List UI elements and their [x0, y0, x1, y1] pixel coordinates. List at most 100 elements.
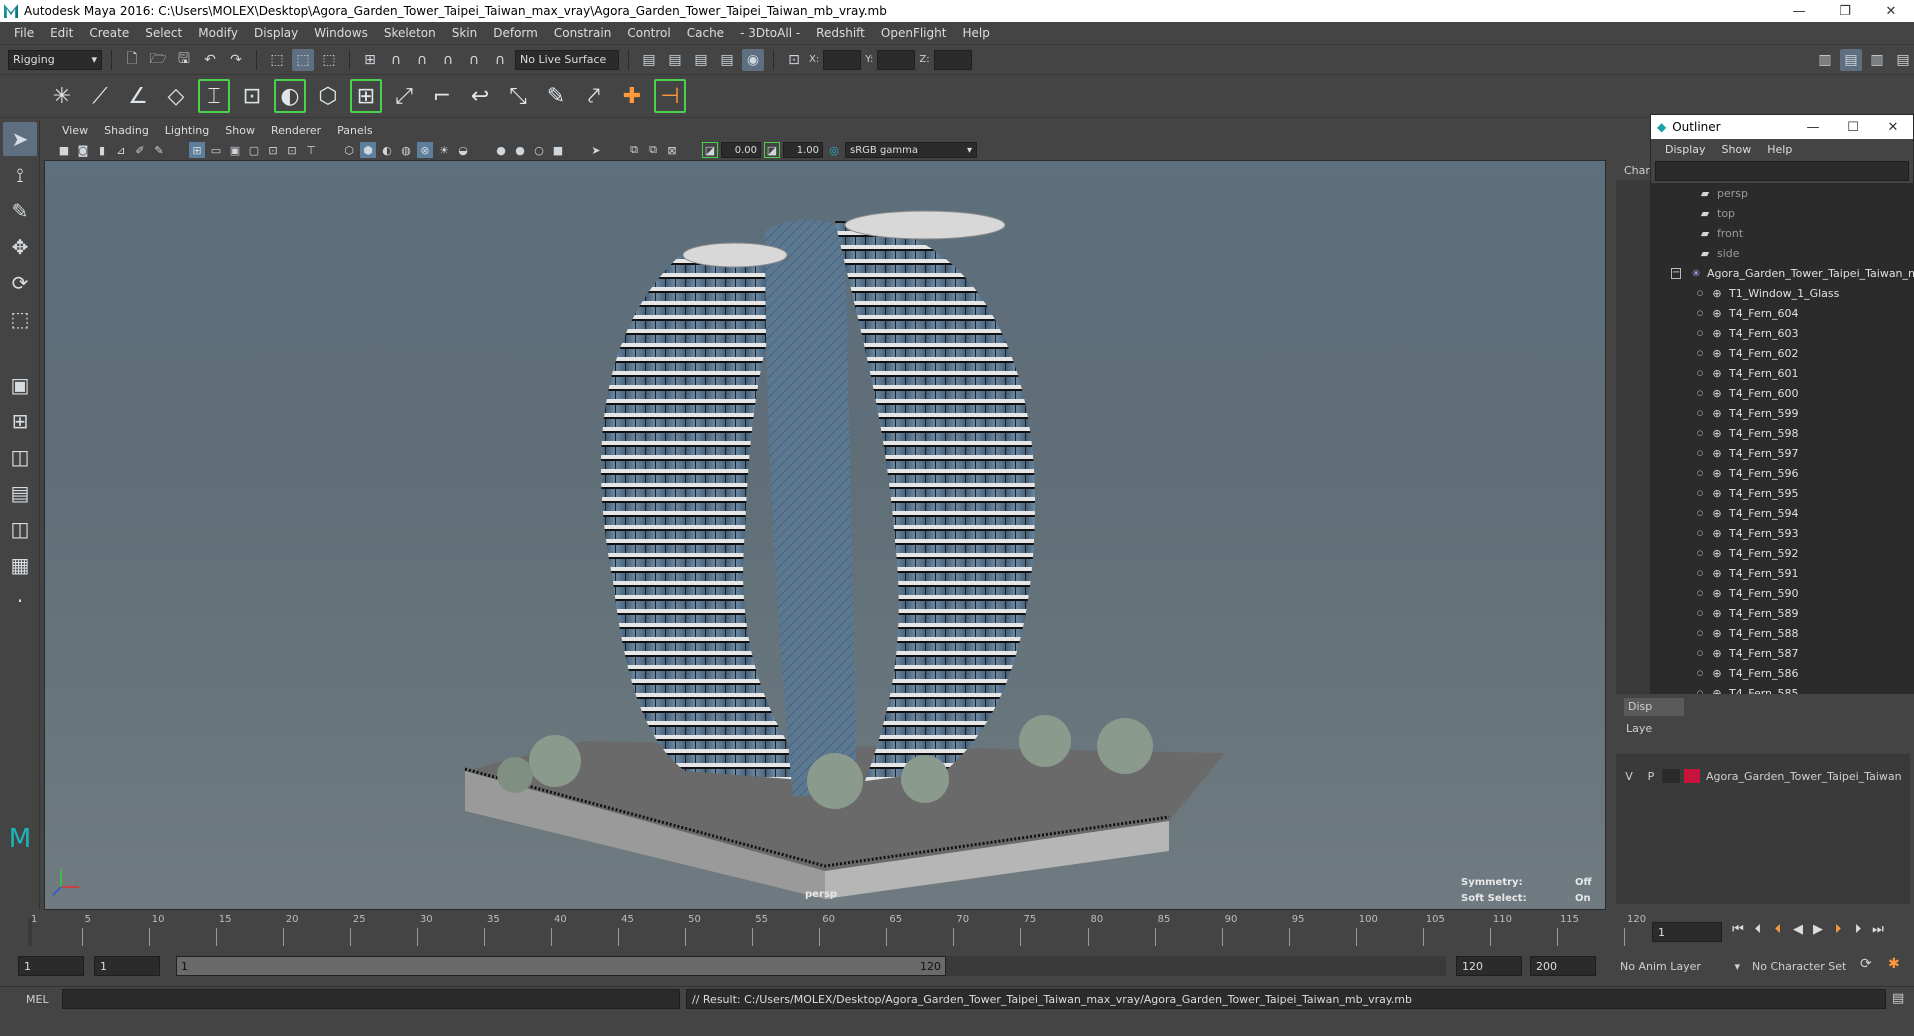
- shadows-icon[interactable]: ☀: [436, 142, 452, 158]
- menu-select[interactable]: Select: [137, 26, 190, 40]
- outliner-item[interactable]: ○ ⊕ T4_Fern_586: [1651, 663, 1914, 683]
- close-button[interactable]: ✕: [1868, 0, 1914, 22]
- smooth-shade-icon[interactable]: ⬢: [360, 142, 376, 158]
- select-tool-icon[interactable]: ➤: [3, 122, 37, 156]
- layer-visibility-toggle[interactable]: V: [1618, 770, 1640, 783]
- outliner-item[interactable]: ○ ⊕ T1_Window_1_Glass: [1651, 283, 1914, 303]
- menu-file[interactable]: File: [6, 26, 42, 40]
- menu-redshift[interactable]: Redshift: [808, 26, 873, 40]
- outliner-item-persp[interactable]: ▰ persp: [1651, 183, 1914, 203]
- auto-key-icon[interactable]: ⟳: [1860, 956, 1872, 972]
- attribute-editor-icon[interactable]: ▤: [1840, 48, 1862, 71]
- isolate-select-icon[interactable]: ➤: [588, 142, 604, 158]
- menu-create[interactable]: Create: [81, 26, 137, 40]
- anim-layer-dropdown[interactable]: No Anim Layer ▾: [1620, 960, 1740, 973]
- outliner-item[interactable]: ○ ⊕ T4_Fern_601: [1651, 363, 1914, 383]
- exposure-field[interactable]: 0.00: [721, 142, 761, 158]
- safe-title-icon[interactable]: ⊤: [303, 142, 319, 158]
- y-field[interactable]: [877, 49, 916, 70]
- outliner-item-side[interactable]: ▰ side: [1651, 243, 1914, 263]
- outliner-item[interactable]: ○ ⊕ T4_Fern_600: [1651, 383, 1914, 403]
- outliner-menu-display[interactable]: Display: [1657, 143, 1714, 156]
- end-time-field[interactable]: 200: [1530, 956, 1596, 976]
- outliner-item[interactable]: ○ ⊕ T4_Fern_588: [1651, 623, 1914, 643]
- aim-constraint-icon[interactable]: ↩: [464, 79, 496, 113]
- undo-icon[interactable]: ↶: [199, 49, 221, 71]
- snap-point-icon[interactable]: ∩: [411, 49, 433, 71]
- image-plane-icon[interactable]: ⊿: [113, 142, 129, 158]
- blend-shape-icon[interactable]: ⊞: [350, 79, 382, 113]
- restore-button[interactable]: ❐: [1822, 0, 1868, 22]
- layout-single-icon[interactable]: ▣: [3, 368, 37, 402]
- outliner-item[interactable]: ○ ⊕ T4_Fern_589: [1651, 603, 1914, 623]
- outliner-item[interactable]: ○ ⊕ T4_Fern_596: [1651, 463, 1914, 483]
- outliner-item-front[interactable]: ▰ front: [1651, 223, 1914, 243]
- range-bar[interactable]: 1 120: [176, 956, 946, 976]
- gate-mask-icon[interactable]: ▢: [246, 142, 262, 158]
- menu-windows[interactable]: Windows: [306, 26, 376, 40]
- menu-skeleton[interactable]: Skeleton: [376, 26, 444, 40]
- persp-viewport[interactable]: persp Symmetry: Off Soft Select: On: [44, 160, 1606, 910]
- render-frame-icon[interactable]: ▤: [664, 49, 686, 71]
- outliner-item[interactable]: ○ ⊕ T4_Fern_602: [1651, 343, 1914, 363]
- panel-menu-lighting[interactable]: Lighting: [157, 124, 217, 137]
- panel-menu-shading[interactable]: Shading: [96, 124, 157, 137]
- lasso-tool-icon[interactable]: ⟟: [3, 158, 37, 192]
- script-editor-icon[interactable]: ▤: [1892, 991, 1904, 1006]
- go-to-end-icon[interactable]: ⏭: [1868, 922, 1888, 937]
- transform-mode-icon[interactable]: ⊡: [783, 49, 805, 71]
- menu-modify[interactable]: Modify: [190, 26, 246, 40]
- current-frame-field[interactable]: 1: [1652, 922, 1722, 942]
- x-field[interactable]: [823, 49, 862, 70]
- step-forward-key-icon[interactable]: ⏵: [1828, 922, 1848, 937]
- menu-cache[interactable]: Cache: [679, 26, 732, 40]
- layer-color-swatch[interactable]: [1684, 769, 1700, 783]
- outliner-search-input[interactable]: [1655, 161, 1909, 181]
- outliner-item[interactable]: ○ ⊕ T4_Fern_603: [1651, 323, 1914, 343]
- ambient-occlusion-icon[interactable]: ●: [493, 142, 509, 158]
- scale-tool-icon[interactable]: ⬚: [3, 302, 37, 336]
- display-layer-tab[interactable]: Disp: [1624, 698, 1684, 716]
- play-backwards-icon[interactable]: ◀: [1788, 922, 1808, 937]
- playback-end-field[interactable]: 120: [1456, 956, 1522, 976]
- hypershade-icon[interactable]: ◉: [742, 48, 764, 71]
- step-back-key-icon[interactable]: ⏴: [1748, 922, 1768, 937]
- outliner-item[interactable]: ○ ⊕ T4_Fern_597: [1651, 443, 1914, 463]
- command-language-label[interactable]: MEL: [26, 993, 49, 1006]
- set-key-icon[interactable]: ⊣: [654, 79, 686, 113]
- menu-constrain[interactable]: Constrain: [546, 26, 620, 40]
- outliner-item[interactable]: ○ ⊕ T4_Fern_590: [1651, 583, 1914, 603]
- locator-icon[interactable]: ⌶: [198, 79, 230, 113]
- select-object-icon[interactable]: ⬚: [292, 48, 314, 71]
- joint-tool-icon[interactable]: ✳: [46, 79, 78, 113]
- orient-constraint-icon[interactable]: ⤢: [388, 79, 420, 113]
- wireframe-icon[interactable]: ⬡: [341, 142, 357, 158]
- outliner-item[interactable]: ○ ⊕ T4_Fern_593: [1651, 523, 1914, 543]
- xray-active-icon[interactable]: ⧉: [645, 142, 661, 158]
- backface-culling-icon[interactable]: ⊠: [664, 142, 680, 158]
- outliner-item[interactable]: ○ ⊕ T4_Fern_592: [1651, 543, 1914, 563]
- layers-menu[interactable]: Laye: [1626, 722, 1652, 735]
- motion-blur-icon[interactable]: ●: [512, 142, 528, 158]
- character-set-dropdown[interactable]: No Character Set: [1752, 960, 1846, 973]
- layout-outliner-icon[interactable]: ▤: [3, 476, 37, 510]
- menu-skin[interactable]: Skin: [444, 26, 486, 40]
- camera-select-icon[interactable]: ■: [56, 142, 72, 158]
- outliner-item[interactable]: ○ ⊕ T4_Fern_594: [1651, 503, 1914, 523]
- gamma-field[interactable]: 1.00: [783, 142, 823, 158]
- wrap-icon[interactable]: ⬡: [312, 79, 344, 113]
- rotate-tool-icon[interactable]: ⟳: [3, 266, 37, 300]
- snap-grid-icon[interactable]: ⊞: [359, 49, 381, 71]
- safe-action-icon[interactable]: ⊡: [284, 142, 300, 158]
- xray-joints-icon[interactable]: ⧉: [626, 142, 642, 158]
- ipr-render-icon[interactable]: ▤: [690, 49, 712, 71]
- gamma-icon[interactable]: ◪: [764, 142, 780, 158]
- bookmark-icon[interactable]: ▮: [94, 142, 110, 158]
- outliner-item[interactable]: ○ ⊕ T4_Fern_587: [1651, 643, 1914, 663]
- cluster-icon[interactable]: ⊡: [236, 79, 268, 113]
- pole-vector-icon[interactable]: ✎: [540, 79, 572, 113]
- collapse-icon[interactable]: −: [1671, 267, 1682, 279]
- start-time-field[interactable]: 1: [18, 956, 84, 976]
- render-view-icon[interactable]: ▤: [638, 49, 660, 71]
- z-field[interactable]: [933, 49, 972, 70]
